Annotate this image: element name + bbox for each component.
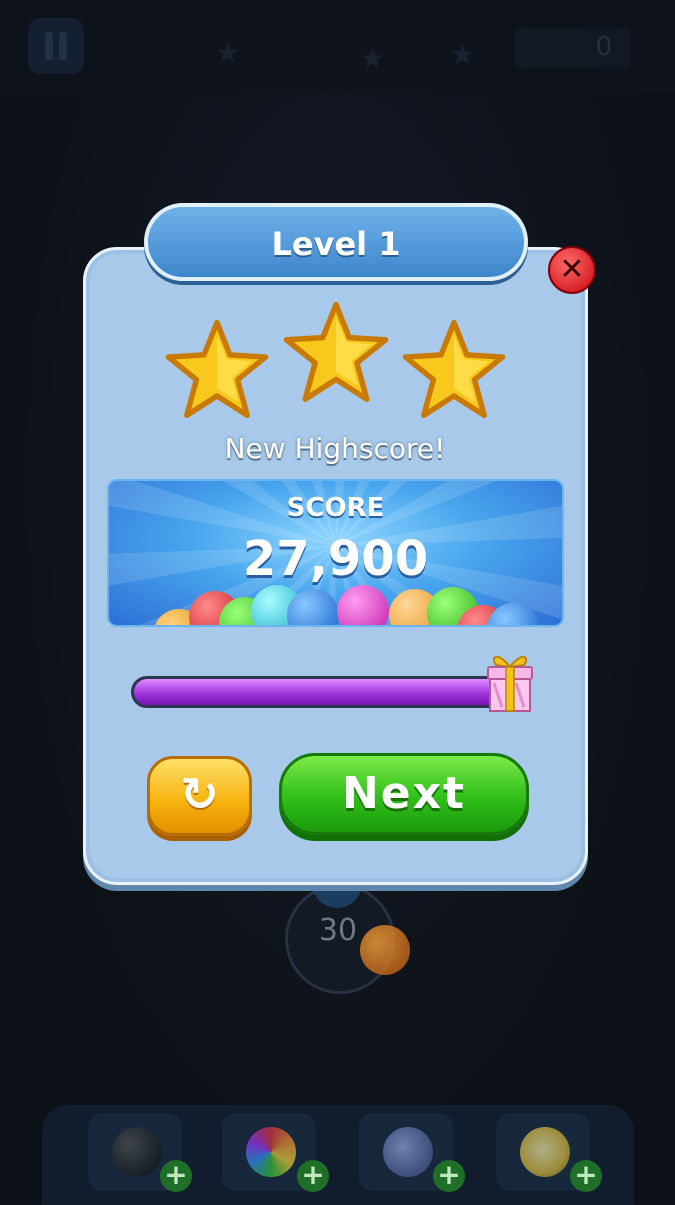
add-rainbow-button[interactable]: + [297,1160,329,1192]
star-3-icon [400,318,508,422]
next-ball[interactable] [360,925,410,975]
next-button-label: Next [341,768,467,819]
lightning-ball-icon [383,1127,433,1177]
add-lightning-button[interactable]: + [433,1160,465,1192]
level-header: Level 1 [144,203,528,281]
add-fire-button[interactable]: + [570,1160,602,1192]
gift-box-icon [484,647,536,713]
replay-button[interactable]: ↻ [147,756,252,836]
star-1-icon [163,318,271,422]
star-icon: ★ [450,38,476,71]
close-icon: ✕ [559,252,585,287]
close-button[interactable]: ✕ [548,246,596,294]
top-stars-progress: ★ ★ ★ [160,28,500,75]
shots-left: 30 [318,913,358,948]
star-icon: ★ [215,36,241,69]
next-button[interactable]: Next [279,753,529,835]
star-icon: ★ [360,42,386,75]
top-hud: ★ ★ ★ 0 [0,0,675,95]
add-bomb-button[interactable]: + [160,1160,192,1192]
coin-counter: 0 [515,28,630,68]
progress-fill [134,679,512,705]
ball-blue [287,589,339,625]
ball-blue [487,603,539,625]
score-label: SCORE [286,493,385,523]
replay-icon: ↻ [180,767,219,821]
score-value: 27,900 [242,531,429,587]
reward-progress-bar [131,676,515,708]
score-box: SCORE 27,900 [107,479,564,627]
coin-value: 0 [595,32,612,62]
fire-ball-icon [520,1127,570,1177]
rainbow-ball-icon [246,1127,296,1177]
pause-button[interactable] [28,18,84,74]
bomb-icon [112,1127,162,1177]
level-title: Level 1 [271,225,401,263]
star-2-icon [281,300,391,406]
ball-pink [337,585,389,625]
new-highscore-text: New Highscore! [224,432,446,465]
